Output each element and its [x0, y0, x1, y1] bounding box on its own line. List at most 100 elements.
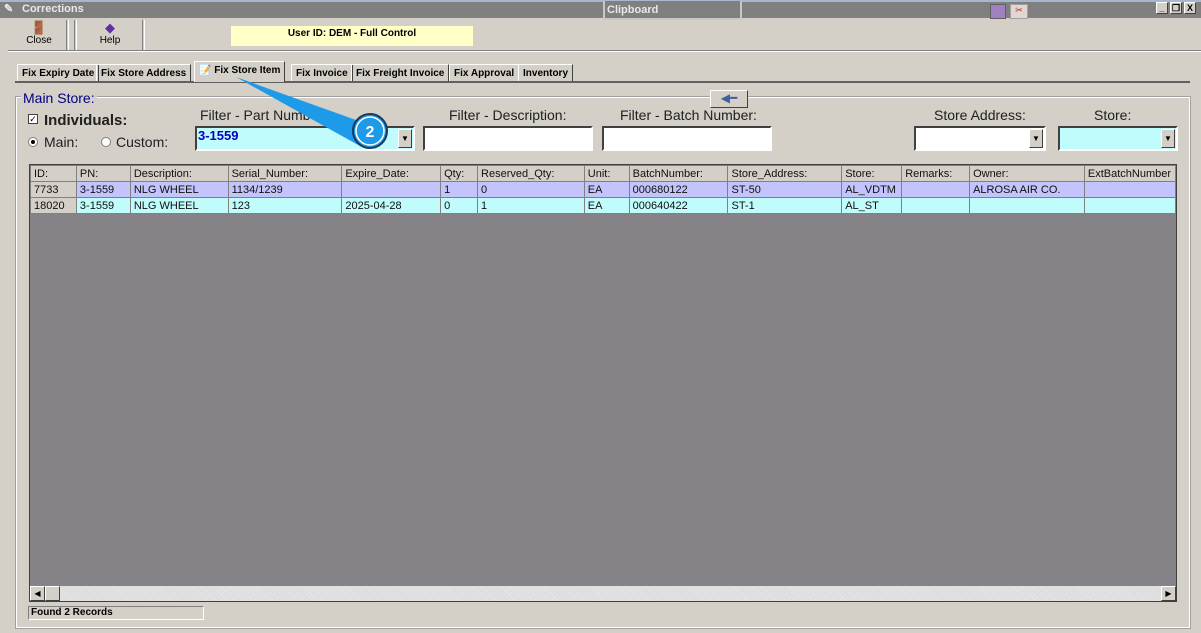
table-cell[interactable]: 3-1559	[75, 197, 131, 214]
column-header[interactable]: Expire_Date:	[341, 165, 442, 182]
table-cell[interactable]: 3-1559	[75, 181, 131, 198]
tab-fix-approval[interactable]: Fix Approval	[449, 64, 520, 82]
column-header[interactable]: Serial_Number:	[227, 165, 343, 182]
chevron-down-icon[interactable]: ▼	[1161, 129, 1175, 148]
table-cell[interactable]: AL_ST	[841, 197, 903, 214]
custom-radio-label: Custom:	[116, 134, 169, 150]
table-row[interactable]: 18020 3-1559 NLG WHEEL 123 2025-04-28 0 1 EA 000…	[30, 197, 1177, 214]
tab-inventory[interactable]: Inventory	[518, 64, 574, 82]
back-arrow-button[interactable]: ◀━	[710, 90, 748, 108]
store-combo[interactable]: ▼	[1058, 126, 1178, 151]
toolbar-separator	[66, 20, 69, 50]
toolbar-separator	[142, 20, 145, 50]
close-label: Close	[26, 35, 52, 46]
chevron-down-icon[interactable]: ▼	[398, 129, 412, 148]
table-cell[interactable]	[901, 197, 971, 214]
column-header[interactable]: PN:	[75, 165, 131, 182]
table-row[interactable]: 7733 3-1559 NLG WHEEL 1134/1239 1 0 EA 00068012…	[30, 181, 1177, 198]
table-cell[interactable]: 1134/1239	[227, 181, 343, 198]
batch-number-input[interactable]	[602, 126, 772, 151]
help-book-icon: ◆	[105, 20, 115, 35]
column-header[interactable]: Unit:	[583, 165, 630, 182]
restore-button[interactable]: ❐	[1170, 2, 1182, 14]
group-title: Main Store:	[21, 90, 97, 106]
close-button[interactable]: 🚪 Close	[18, 20, 60, 50]
notepad-icon: 📝	[199, 65, 212, 76]
table-header: ID: PN: Description: Serial_Number: Expire_D…	[30, 165, 1177, 182]
column-header[interactable]: Reserved_Qty:	[477, 165, 585, 182]
table-cell[interactable]: 0	[477, 181, 585, 198]
folder-icon[interactable]	[990, 4, 1006, 19]
table-cell[interactable]	[1083, 181, 1177, 198]
table-cell[interactable]: 18020	[30, 197, 77, 214]
table-cell[interactable]: ST-50	[727, 181, 843, 198]
tab-strip-line	[15, 81, 1190, 84]
part-number-label: Filter - Part Number:	[200, 107, 327, 123]
table-cell[interactable]	[901, 181, 971, 198]
toolbar-divider	[8, 50, 1201, 52]
close-window-button[interactable]: X	[1184, 2, 1196, 14]
table-cell[interactable]: NLG WHEEL	[129, 181, 229, 198]
chevron-down-icon[interactable]: ▼	[1029, 129, 1043, 148]
tab-label: Fix Store Item	[214, 65, 281, 76]
minimize-button[interactable]: _	[1156, 2, 1168, 14]
individuals-checkbox[interactable]: ✓	[28, 114, 38, 124]
custom-radio[interactable]	[101, 137, 111, 147]
part-number-value: 3-1559	[198, 128, 239, 143]
status-bar: Found 2 Records	[28, 606, 204, 620]
records-table: ID: PN: Description: Serial_Number: Expire_D…	[30, 165, 1177, 214]
table-cell[interactable]: 1	[477, 197, 585, 214]
table-cell[interactable]: 000680122	[628, 181, 729, 198]
records-grid[interactable]: ID: PN: Description: Serial_Number: Expire_D…	[29, 164, 1177, 602]
column-header[interactable]: Store_Address:	[727, 165, 843, 182]
description-input[interactable]	[423, 126, 593, 151]
table-cell[interactable]: ST-1	[727, 197, 843, 214]
table-cell[interactable]	[969, 197, 1085, 214]
window-title: Corrections	[22, 3, 84, 15]
scroll-left-icon[interactable]: ◀	[30, 586, 45, 601]
store-address-combo[interactable]: ▼	[914, 126, 1046, 151]
table-cell[interactable]: 123	[227, 197, 343, 214]
user-info-banner: User ID: DEM - Full Control	[231, 26, 473, 46]
individuals-label: Individuals:	[44, 112, 128, 129]
table-cell[interactable]: ALROSA AIR CO.	[969, 181, 1085, 198]
tab-fix-store-item[interactable]: 📝 Fix Store Item	[194, 61, 286, 82]
description-label: Filter - Description:	[449, 107, 567, 123]
part-number-combo[interactable]: 3-1559 ▼	[195, 126, 415, 151]
tab-fix-freight-invoice[interactable]: Fix Freight Invoice	[351, 64, 450, 82]
column-header[interactable]: BatchNumber:	[628, 165, 729, 182]
door-exit-icon: 🚪	[30, 20, 48, 35]
tools-icon[interactable]: ✂	[1010, 4, 1028, 19]
tab-fix-invoice[interactable]: Fix Invoice	[291, 64, 353, 82]
column-header[interactable]: ID:	[30, 165, 77, 182]
main-radio[interactable]	[28, 137, 38, 147]
column-header[interactable]: Description:	[129, 165, 229, 182]
batch-number-label: Filter - Batch Number:	[620, 107, 757, 123]
table-cell[interactable]	[1083, 197, 1177, 214]
column-header[interactable]: ExtBatchNumber	[1083, 165, 1177, 182]
tab-fix-expiry-date[interactable]: Fix Expiry Date	[17, 64, 100, 82]
help-button[interactable]: ◆ Help	[88, 20, 132, 50]
app-icon: ✎	[4, 3, 14, 15]
table-cell[interactable]: 0	[440, 197, 479, 214]
table-cell[interactable]: 000640422	[628, 197, 729, 214]
tab-fix-store-address[interactable]: Fix Store Address	[96, 64, 192, 82]
table-cell[interactable]: NLG WHEEL	[129, 197, 229, 214]
table-cell[interactable]: EA	[583, 181, 630, 198]
column-header[interactable]: Owner:	[969, 165, 1085, 182]
store-address-label: Store Address:	[934, 107, 1026, 123]
table-cell[interactable]: 1	[440, 181, 479, 198]
table-cell[interactable]: EA	[583, 197, 630, 214]
scroll-thumb[interactable]	[45, 586, 60, 601]
table-cell[interactable]: 7733	[30, 181, 77, 198]
scroll-right-icon[interactable]: ▶	[1161, 586, 1176, 601]
clipboard-tab[interactable]: Clipboard	[603, 1, 742, 20]
horizontal-scrollbar[interactable]: ◀ ▶	[30, 586, 1176, 601]
table-cell[interactable]: 2025-04-28	[341, 197, 442, 214]
table-cell[interactable]	[341, 181, 442, 198]
column-header[interactable]: Qty:	[440, 165, 479, 182]
column-header[interactable]: Store:	[841, 165, 903, 182]
store-label: Store:	[1094, 107, 1132, 123]
column-header[interactable]: Remarks:	[901, 165, 971, 182]
table-cell[interactable]: AL_VDTM	[841, 181, 903, 198]
